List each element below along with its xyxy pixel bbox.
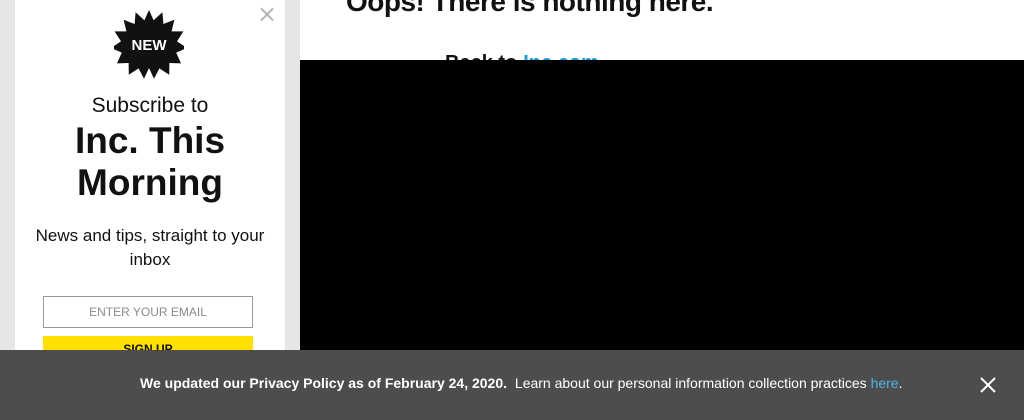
privacy-message: We updated our Privacy Policy as of Febr… [140,375,902,391]
privacy-here-link[interactable]: here [871,375,899,391]
newsletter-title: Inc. This Morning [74,120,226,203]
video-player[interactable] [300,60,1024,360]
page-title: Oops! There is nothing here. [346,0,714,17]
subscribe-to-text: Subscribe to [91,94,209,117]
newsletter-description: News and tips, straight to your inbox [35,226,265,269]
new-badge: NEW [114,10,184,80]
panel-close-icon[interactable]: × [257,2,277,26]
subscribe-panel: × NEW Subscribe to Inc. This Morning New… [15,0,285,370]
page: Oops! There is nothing here. Back toInc.… [0,0,1024,420]
privacy-learn-text: Learn about our personal information col… [514,375,867,391]
privacy-banner: We updated our Privacy Policy as of Febr… [0,350,1024,420]
privacy-update-notice: We updated our Privacy Policy as of Febr… [140,375,508,391]
privacy-trailing-period: . [898,375,903,391]
email-field[interactable] [43,296,253,328]
banner-close-icon[interactable] [978,375,998,395]
badge-label: NEW [131,36,167,54]
